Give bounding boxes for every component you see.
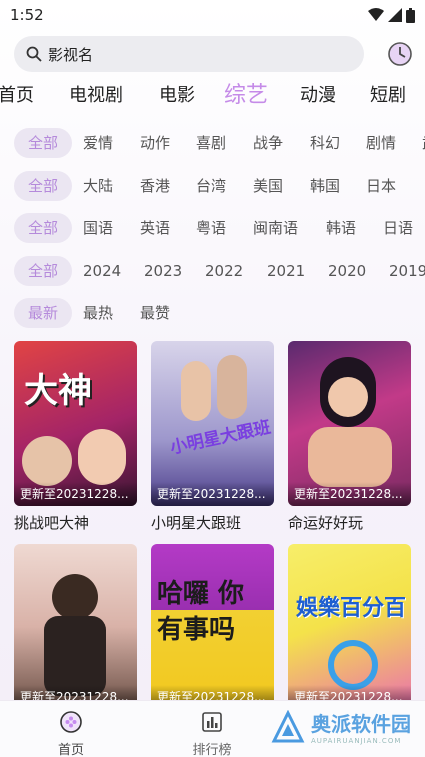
- tab-tv[interactable]: 电视剧: [69, 80, 123, 112]
- chip-language[interactable]: 闽南语: [253, 213, 298, 243]
- chip-genre[interactable]: 动作: [140, 128, 170, 158]
- tab-variety[interactable]: 综艺: [224, 80, 268, 112]
- chip-language[interactable]: 英语: [140, 213, 170, 243]
- chip-language[interactable]: 韩语: [326, 213, 356, 243]
- person-figure: [217, 355, 247, 419]
- chip-year[interactable]: 2019: [389, 256, 425, 286]
- poster-title-art: 小明星大跟班: [168, 417, 273, 459]
- search-icon: [26, 46, 42, 62]
- card-title: 命运好好玩: [288, 514, 364, 532]
- poster-image: 娛樂百分百 更新至20231228...: [288, 544, 411, 709]
- poster-title-art: 娛樂百分百: [296, 596, 407, 621]
- chip-year[interactable]: 2022: [205, 256, 243, 286]
- filter-genre-row: 全部 爱情 动作 喜剧 战争 科幻 剧情 武: [0, 128, 425, 162]
- person-figure: [78, 429, 126, 485]
- person-figure: [308, 427, 392, 487]
- chip-language[interactable]: 国语: [83, 213, 113, 243]
- chip-language[interactable]: 粤语: [196, 213, 226, 243]
- nav-ranking[interactable]: 排行榜: [182, 711, 242, 757]
- chip-region[interactable]: 大陆: [83, 171, 113, 201]
- filter-region-row: 全部 大陆 香港 台湾 美国 韩国 日本: [0, 171, 425, 205]
- poster-image: 大神 更新至20231228...: [14, 341, 137, 506]
- card-title: 小明星大跟班: [151, 514, 242, 532]
- update-label: 更新至20231228...: [151, 482, 274, 506]
- show-card[interactable]: 小明星大跟班 更新至20231228... 小明星大跟班: [151, 341, 274, 533]
- battery-icon: [406, 7, 415, 23]
- status-bar: 1:52: [0, 0, 425, 30]
- main-tabs: 首页 电视剧 电影 综艺 动漫 短剧: [0, 80, 425, 114]
- chip-region-all[interactable]: 全部: [14, 171, 73, 201]
- chip-region[interactable]: 美国: [253, 171, 283, 201]
- chip-year-all[interactable]: 全部: [14, 256, 73, 286]
- chip-genre[interactable]: 喜剧: [196, 128, 226, 158]
- filter-sort-row: 最新 最热 最赞: [0, 298, 425, 332]
- chip-sort-latest[interactable]: 最新: [14, 298, 73, 328]
- poster-image: 更新至20231228...: [288, 341, 411, 506]
- person-figure: [44, 616, 106, 696]
- card-title: 挑战吧大神: [14, 514, 90, 532]
- poster-title-art: 哈囉 你有事吗: [157, 579, 245, 645]
- search-placeholder: 影视名: [48, 45, 94, 64]
- chip-region[interactable]: 香港: [140, 171, 170, 201]
- person-figure: [22, 436, 72, 486]
- chip-genre-all[interactable]: 全部: [14, 128, 73, 158]
- show-card[interactable]: 大神 更新至20231228... 挑战吧大神: [14, 341, 137, 533]
- update-label: 更新至20231228...: [288, 482, 411, 506]
- chip-genre[interactable]: 科幻: [310, 128, 340, 158]
- status-time: 1:52: [10, 6, 44, 24]
- show-card[interactable]: 更新至20231228...: [14, 544, 137, 709]
- watermark-subtext: AUPAIRUANJIAN.COM: [311, 737, 402, 745]
- chip-genre[interactable]: 战争: [253, 128, 283, 158]
- tab-movie[interactable]: 电影: [159, 80, 195, 112]
- person-figure: [328, 377, 368, 417]
- history-icon[interactable]: [386, 40, 414, 68]
- chip-genre[interactable]: 爱情: [83, 128, 113, 158]
- show-card[interactable]: 哈囉 你有事吗 更新至20231228...: [151, 544, 274, 709]
- tab-anime[interactable]: 动漫: [300, 80, 336, 112]
- chart-icon: [202, 712, 222, 732]
- chip-language-all[interactable]: 全部: [14, 213, 73, 243]
- watermark-logo-icon: [271, 709, 305, 742]
- person-figure: [181, 361, 211, 421]
- filter-language-row: 全部 国语 英语 粤语 闽南语 韩语 日语: [0, 213, 425, 247]
- signal-icon: [388, 8, 402, 22]
- bottom-nav: 首页 排行榜 奥派软件园 AUPAIRUANJIAN.COM: [0, 700, 425, 757]
- search-row: 影视名: [14, 36, 414, 72]
- site-watermark: 奥派软件园 AUPAIRUANJIAN.COM: [271, 708, 411, 745]
- chip-region[interactable]: 韩国: [310, 171, 340, 201]
- tab-short[interactable]: 短剧: [370, 80, 406, 112]
- wifi-icon: [368, 8, 384, 21]
- chip-region[interactable]: 台湾: [196, 171, 226, 201]
- chip-year[interactable]: 2020: [328, 256, 366, 286]
- show-card[interactable]: 娛樂百分百 更新至20231228...: [288, 544, 411, 709]
- tab-home[interactable]: 首页: [0, 80, 34, 112]
- status-icons: [368, 7, 415, 23]
- chip-sort-liked[interactable]: 最赞: [140, 298, 170, 328]
- show-card[interactable]: 更新至20231228... 命运好好玩: [288, 341, 411, 533]
- gamepad-icon: [60, 711, 82, 733]
- filter-year-row: 全部 2024 2023 2022 2021 2020 2019: [0, 256, 425, 290]
- poster-image: 更新至20231228...: [14, 544, 137, 709]
- chip-language[interactable]: 日语: [383, 213, 413, 243]
- chip-sort-hot[interactable]: 最热: [83, 298, 113, 328]
- chip-year[interactable]: 2023: [144, 256, 182, 286]
- nav-home[interactable]: 首页: [41, 711, 101, 757]
- chip-genre[interactable]: 剧情: [366, 128, 396, 158]
- nav-home-label: 首页: [57, 743, 84, 757]
- poster-image: 小明星大跟班 更新至20231228...: [151, 341, 274, 506]
- person-figure: [52, 574, 98, 620]
- watermark-text: 奥派软件园: [311, 712, 411, 736]
- search-input[interactable]: 影视名: [14, 36, 364, 72]
- nav-ranking-label: 排行榜: [192, 743, 232, 757]
- poster-image: 哈囉 你有事吗 更新至20231228...: [151, 544, 274, 709]
- chip-region[interactable]: 日本: [366, 171, 396, 201]
- poster-title-art: 大神: [24, 371, 92, 411]
- chip-year[interactable]: 2024: [83, 256, 121, 286]
- chip-year[interactable]: 2021: [267, 256, 305, 286]
- logo-ring: [328, 640, 378, 690]
- update-label: 更新至20231228...: [14, 482, 137, 506]
